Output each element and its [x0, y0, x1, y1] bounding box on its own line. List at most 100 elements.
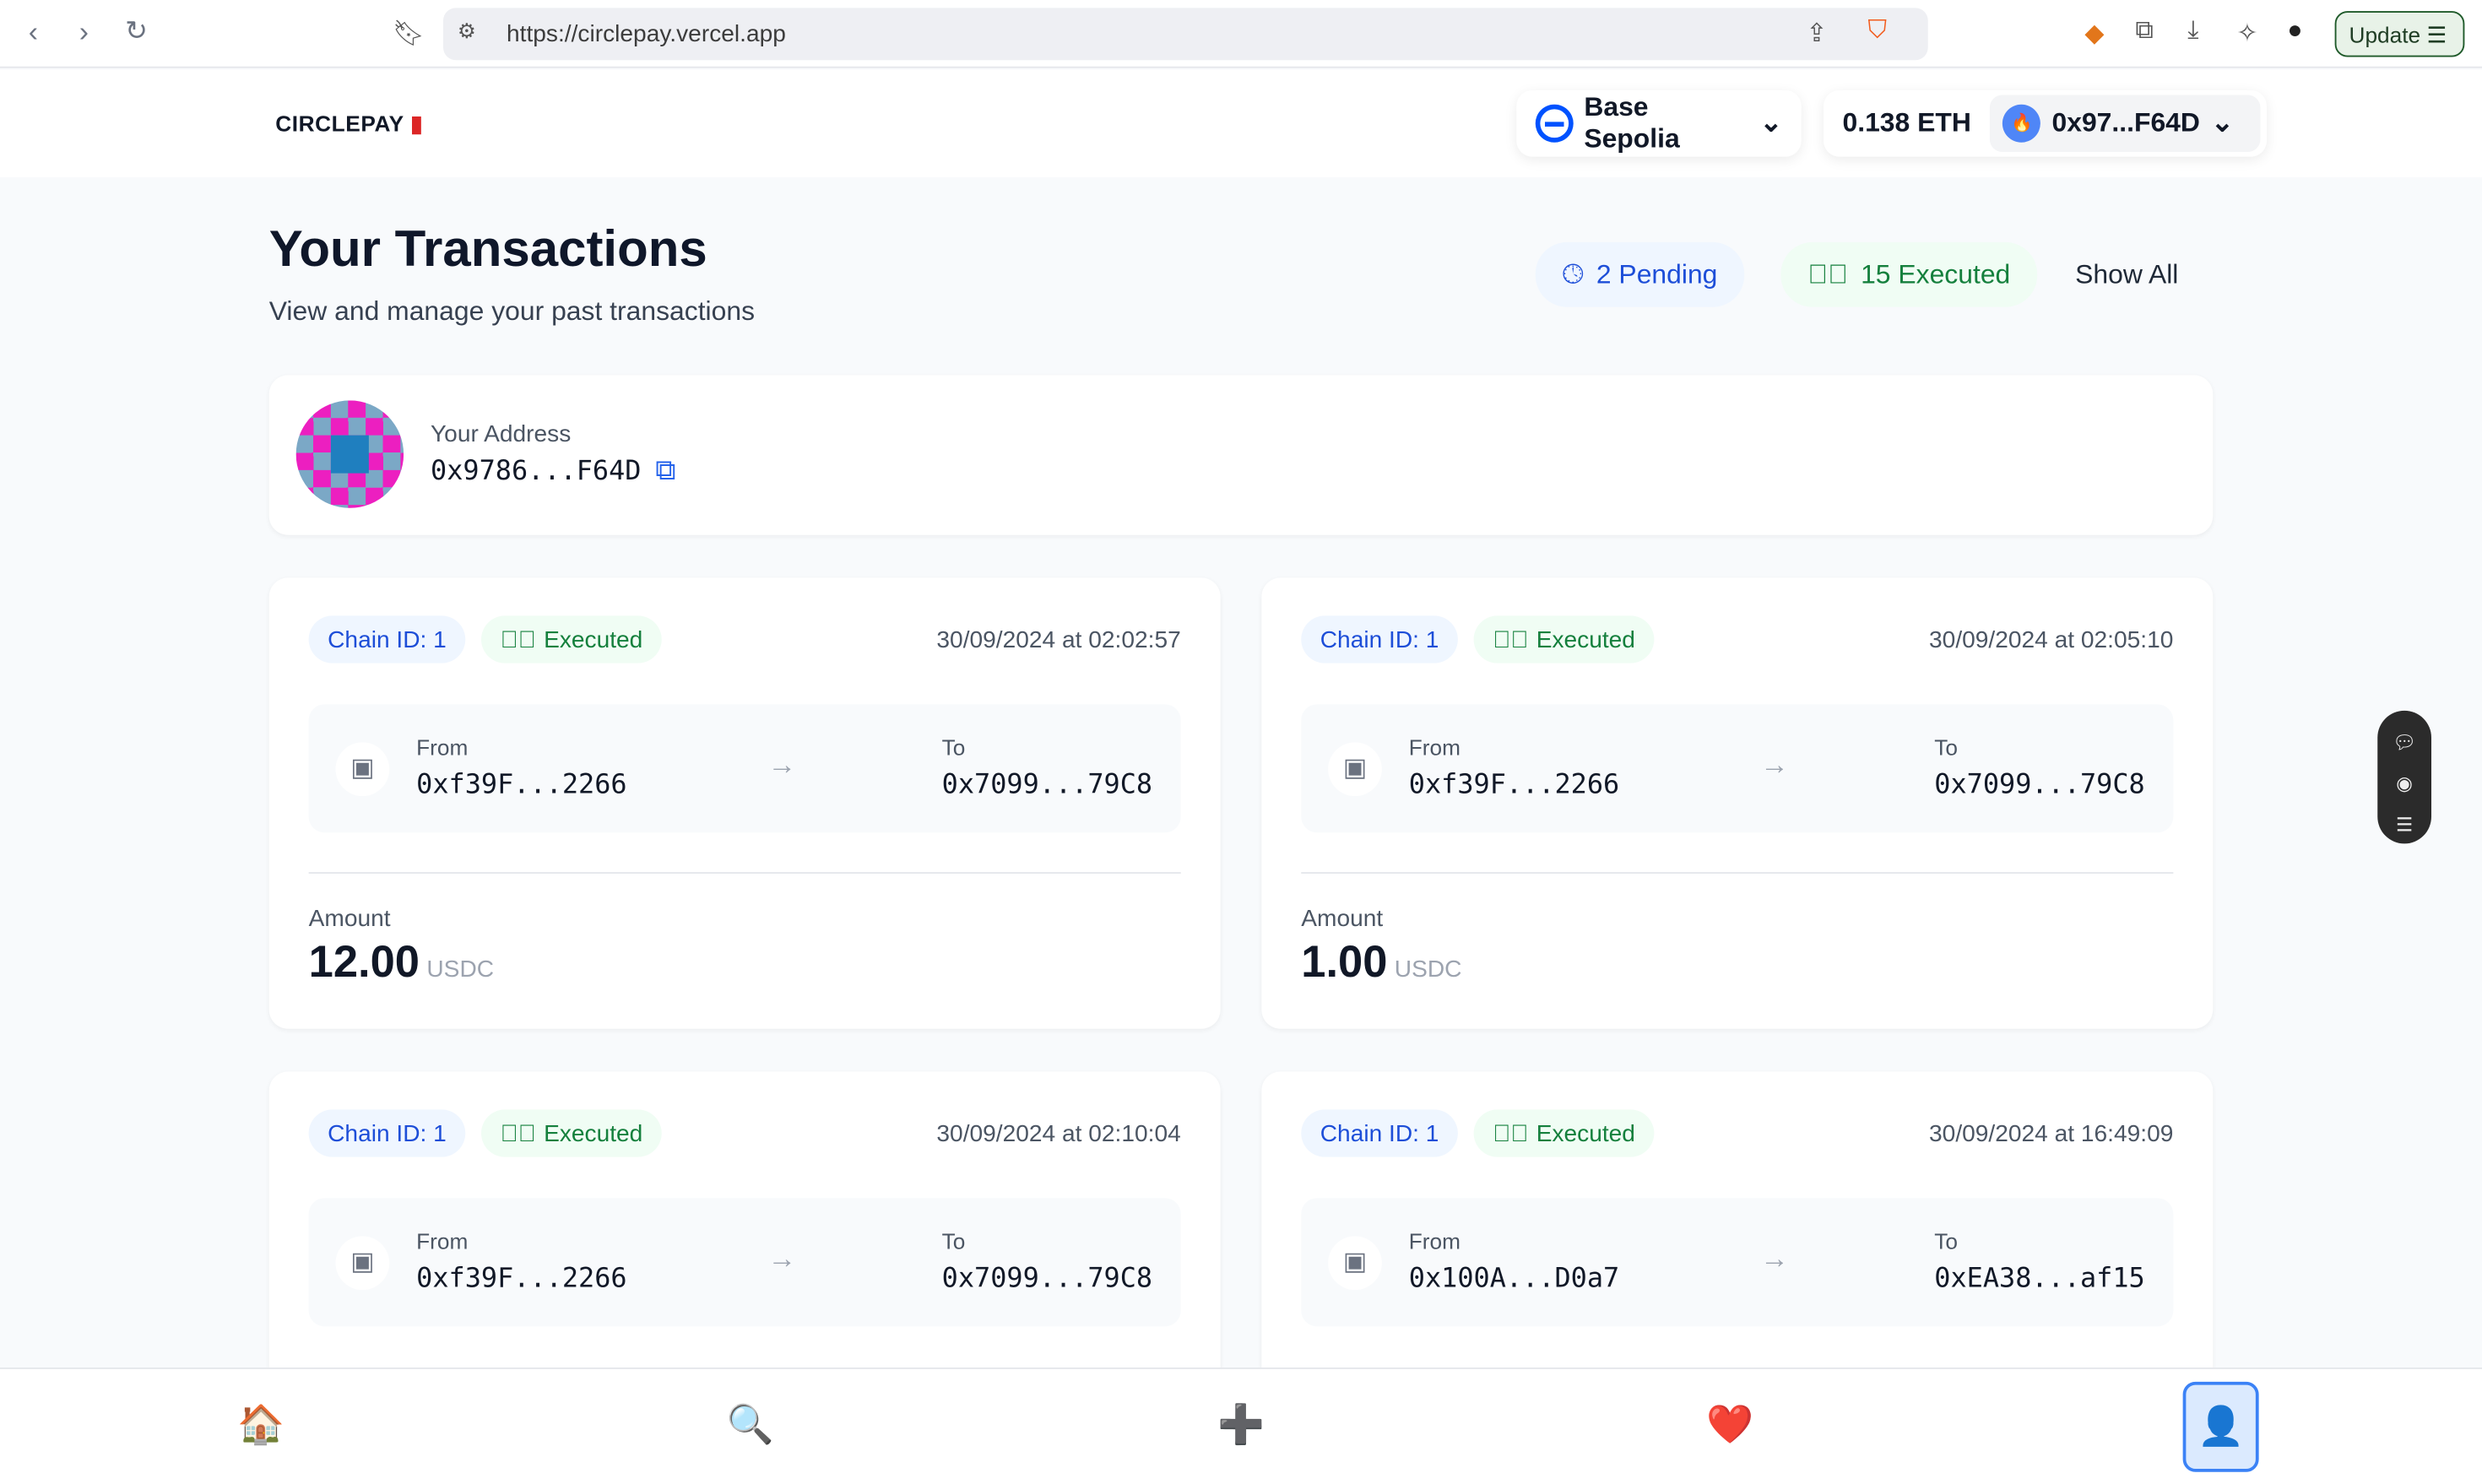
- from-address: 0xf39F...2266: [1408, 769, 1620, 801]
- update-button[interactable]: Update ☰: [2334, 11, 2465, 57]
- executed-filter[interactable]: ✓⃝ 15 Executed: [1780, 241, 2038, 307]
- share-icon[interactable]: ⇪: [1806, 18, 1827, 50]
- pending-label: 2 Pending: [1596, 258, 1718, 290]
- toggle-icon[interactable]: ◉: [2377, 763, 2431, 804]
- currency: USDC: [426, 956, 495, 983]
- show-all-filter[interactable]: Show All: [2048, 242, 2205, 307]
- account-address: 0x97...F64D: [2051, 107, 2200, 138]
- chain-id: Chain ID: 1: [328, 1119, 447, 1147]
- heart-nav-button[interactable]: ❤️: [1699, 1402, 1762, 1448]
- transfer-box: ▣ From 0xf39F...2266 → To 0x7099...79C8: [1301, 704, 2174, 833]
- check-circle-icon: ✓⃝: [1493, 1119, 1529, 1147]
- profile-nav-button[interactable]: 👤: [2182, 1381, 2259, 1472]
- address-label: Your Address: [431, 420, 572, 448]
- extensions-icon[interactable]: ⧉: [2135, 18, 2153, 46]
- divider: [1301, 872, 2174, 874]
- check-circle-icon: ✓⃝: [1493, 626, 1529, 653]
- address-value: 0x9786...F64D: [431, 456, 642, 488]
- transfer-box: ▣ From 0x100A...D0a7 → To 0xEA38...af15: [1301, 1198, 2174, 1327]
- logo-text: CIRCLEPAY: [275, 111, 404, 137]
- download-icon[interactable]: ⤓: [2187, 18, 2198, 46]
- to-label: To: [941, 734, 966, 760]
- currency: USDC: [1394, 956, 1462, 983]
- chain-id: Chain ID: 1: [328, 626, 447, 653]
- brave-shield-icon[interactable]: ⛉: [1868, 18, 1888, 46]
- chain-id: Chain ID: 1: [1320, 1119, 1439, 1147]
- transfer-box: ▣ From 0xf39F...2266 → To 0x7099...79C8: [308, 1198, 1181, 1327]
- vpn-icon[interactable]: ●: [2287, 18, 2302, 46]
- search-icon: 🔍: [726, 1404, 774, 1447]
- balance: 0.138 ETH: [1842, 107, 1971, 138]
- status-badge: ✓⃝ Executed: [481, 1109, 662, 1157]
- chevron-down-icon: ⌄: [1759, 107, 1783, 138]
- transaction-card[interactable]: Chain ID: 1 ✓⃝ Executed 30/09/2024 at 02:…: [1261, 577, 2214, 1029]
- bookmark-icon[interactable]: 🔖︎: [393, 18, 425, 50]
- chevron-down-icon: ⌄: [2211, 107, 2234, 138]
- chain-badge: Chain ID: 1: [308, 615, 466, 663]
- identicon-avatar: [295, 400, 404, 508]
- chat-icon[interactable]: 💬︎: [2377, 722, 2431, 763]
- forward-icon[interactable]: ›: [79, 16, 89, 49]
- from-address: 0x100A...D0a7: [1408, 1263, 1620, 1295]
- arrow-right-icon: →: [1760, 1242, 1789, 1275]
- arrow-right-icon: →: [767, 748, 797, 781]
- amount: 1.00 USDC: [1301, 937, 1461, 988]
- transaction-card[interactable]: Chain ID: 1 ✓⃝ Executed 30/09/2024 at 02:…: [268, 577, 1221, 1029]
- network-selector[interactable]: Base Sepolia ⌄: [1516, 89, 1802, 157]
- from-label: From: [416, 1228, 469, 1254]
- to-address: 0xEA38...af15: [1934, 1263, 2145, 1295]
- status-badge: ✓⃝ Executed: [1473, 1109, 1655, 1157]
- profile-icon: 👤: [2197, 1405, 2245, 1449]
- wallet-icon: ▣: [335, 1236, 390, 1291]
- home-icon: 🏠: [237, 1404, 285, 1447]
- to-address: 0x7099...79C8: [1934, 769, 2145, 801]
- transaction-date: 30/09/2024 at 02:10:04: [936, 1120, 1181, 1148]
- back-icon[interactable]: ‹: [29, 16, 38, 49]
- status-badge: ✓⃝ Executed: [1473, 615, 1655, 663]
- status-text: Executed: [1536, 1119, 1635, 1147]
- base-network-icon: [1535, 104, 1574, 143]
- update-label: Update: [2349, 22, 2421, 48]
- amount-label: Amount: [1301, 905, 1384, 933]
- page-title: Your Transactions: [268, 219, 707, 278]
- page-subtitle: View and manage your past transactions: [268, 295, 756, 327]
- check-circle-icon: ✓⃝: [1807, 258, 1849, 290]
- from-address: 0xf39F...2266: [416, 769, 627, 801]
- ai-icon[interactable]: ✧: [2236, 18, 2257, 50]
- wallet-icon: ▣: [1328, 742, 1382, 797]
- divider: [308, 872, 1181, 874]
- status-text: Executed: [1536, 626, 1635, 653]
- chain-id: Chain ID: 1: [1320, 626, 1439, 653]
- transfer-box: ▣ From 0xf39F...2266 → To 0x7099...79C8: [308, 704, 1181, 833]
- logo[interactable]: CIRCLEPAY ▮: [275, 111, 423, 138]
- url-text[interactable]: https://circlepay.vercel.app: [507, 20, 786, 47]
- show-all-label: Show All: [2075, 258, 2179, 290]
- transaction-date: 30/09/2024 at 16:49:09: [1929, 1120, 2174, 1148]
- transaction-date: 30/09/2024 at 02:05:10: [1929, 626, 2174, 654]
- reload-icon[interactable]: ↻: [125, 16, 148, 48]
- account-button[interactable]: 0.138 ETH 🔥 0x97...F64D ⌄: [1824, 89, 2267, 157]
- site-settings-icon[interactable]: ⚙: [458, 19, 476, 45]
- amount-value: 1.00: [1301, 937, 1388, 987]
- to-label: To: [1934, 734, 1958, 760]
- copy-icon[interactable]: ⧉: [655, 454, 675, 487]
- plus-nav-button[interactable]: ➕: [1210, 1402, 1273, 1448]
- search-nav-button[interactable]: 🔍: [718, 1402, 782, 1448]
- address-card: Your Address 0x9786...F64D ⧉: [268, 375, 2214, 535]
- to-address: 0x7099...79C8: [941, 769, 1153, 801]
- amount: 12.00 USDC: [309, 937, 494, 988]
- arrow-right-icon: →: [1760, 748, 1789, 781]
- amount-value: 12.00: [308, 937, 420, 987]
- heart-icon: ❤️: [1706, 1404, 1754, 1447]
- list-icon[interactable]: ☰: [2377, 804, 2431, 846]
- status-text: Executed: [544, 626, 643, 653]
- wallet-icon: ▣: [1328, 1236, 1382, 1291]
- pending-filter[interactable]: 🕓︎ 2 Pending: [1535, 241, 1745, 307]
- floating-toolbar: 💬︎ ◉ ☰: [2377, 710, 2431, 846]
- metamask-icon[interactable]: ◆: [2084, 18, 2104, 50]
- to-address: 0x7099...79C8: [941, 1263, 1153, 1295]
- home-nav-button[interactable]: 🏠: [230, 1402, 293, 1448]
- status-text: Executed: [544, 1119, 643, 1147]
- chain-badge: Chain ID: 1: [1301, 615, 1458, 663]
- check-circle-icon: ✓⃝: [500, 1119, 536, 1147]
